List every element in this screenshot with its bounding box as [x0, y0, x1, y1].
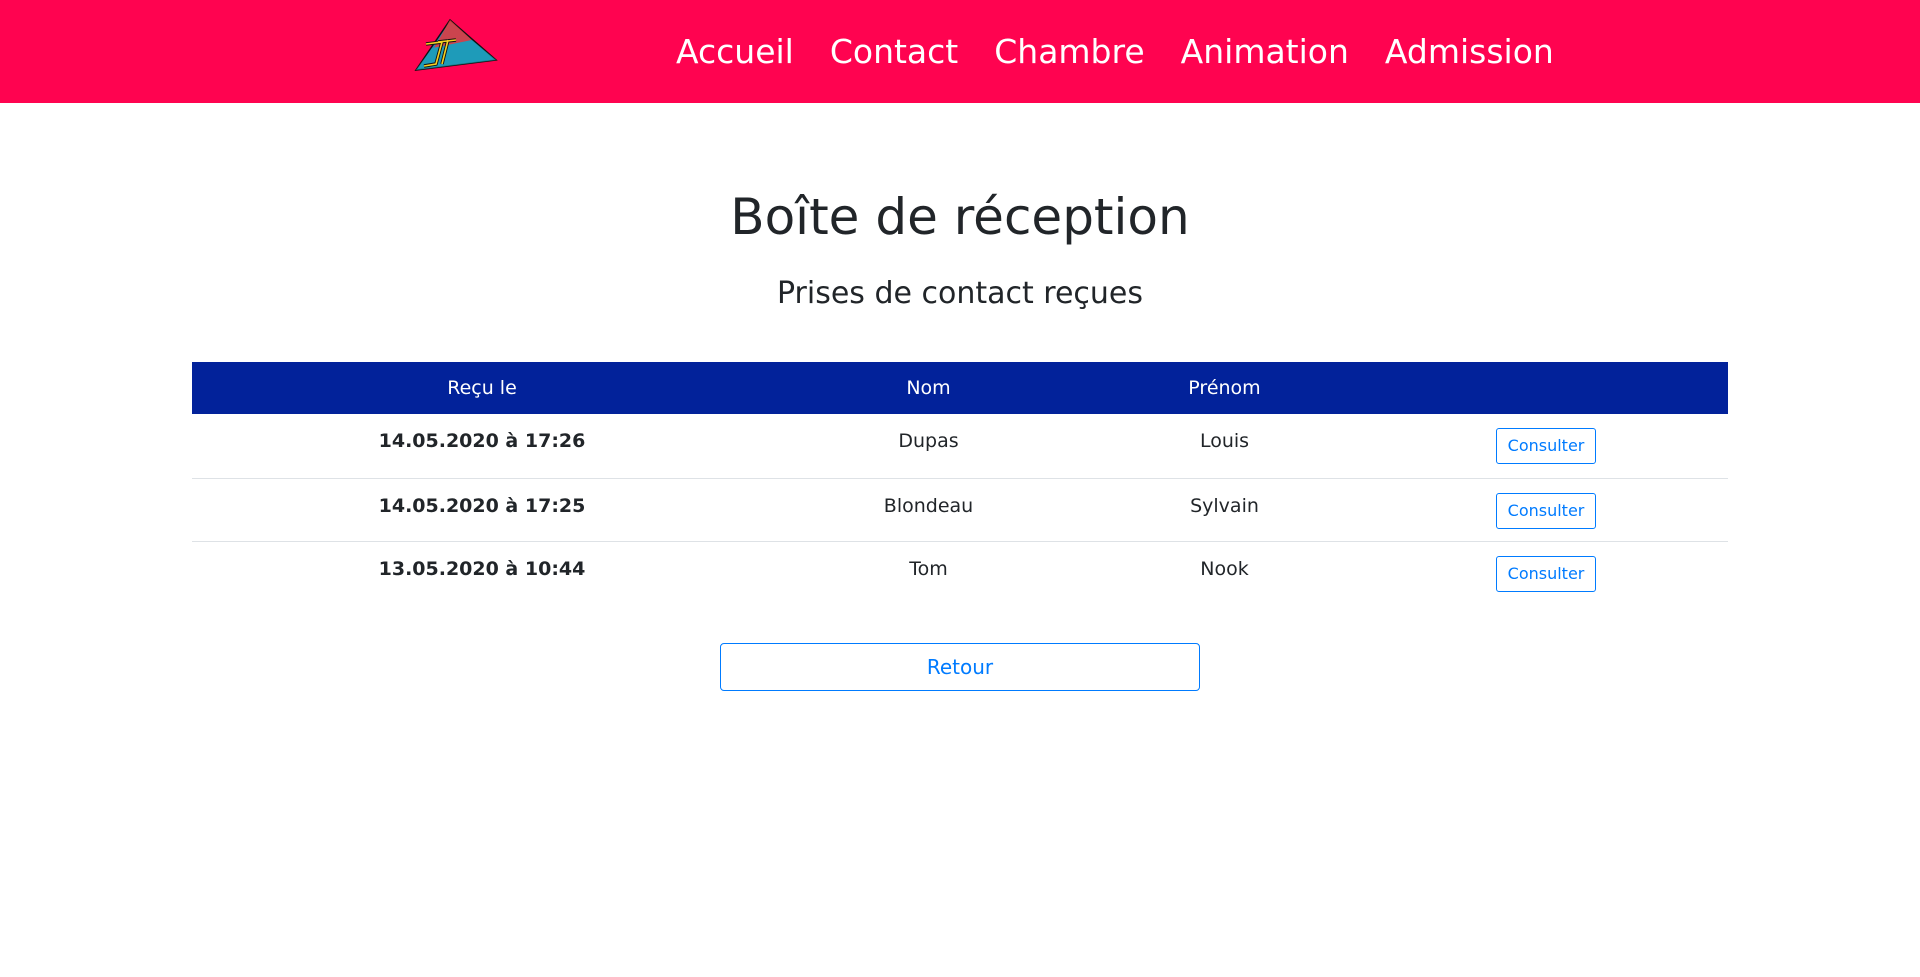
nav-accueil[interactable]: Accueil — [676, 32, 794, 71]
cell-date: 14.05.2020 à 17:25 — [378, 494, 586, 517]
navbar: Accueil Contact Chambre Animation Admiss… — [0, 0, 1920, 103]
table-header-row: Reçu le Nom Prénom — [192, 362, 1728, 414]
cell-prenom: Nook — [1200, 557, 1249, 580]
cell-action: Consulter — [1364, 478, 1728, 541]
table-row: 14.05.2020 à 17:25 Blondeau Sylvain Cons… — [192, 478, 1728, 541]
inbox-table: Reçu le Nom Prénom 14.05.2020 à 17:26 Du… — [192, 362, 1728, 604]
cell-nom: Tom — [909, 557, 948, 580]
nav-contact[interactable]: Contact — [830, 32, 958, 71]
cell-action: Consulter — [1364, 414, 1728, 478]
cell-nom: Blondeau — [883, 494, 974, 517]
cell-action: Consulter — [1364, 541, 1728, 604]
cell-date: 13.05.2020 à 10:44 — [378, 557, 586, 580]
header-recu-le: Reçu le — [447, 377, 517, 399]
cell-date: 14.05.2020 à 17:26 — [378, 430, 586, 452]
header-prenom: Prénom — [1188, 377, 1261, 399]
main-nav: Accueil Contact Chambre Animation Admiss… — [676, 0, 1554, 103]
cell-nom: Dupas — [898, 430, 959, 452]
table-row: 13.05.2020 à 10:44 Tom Nook Consulter — [192, 541, 1728, 604]
nav-animation[interactable]: Animation — [1181, 32, 1349, 71]
consult-button[interactable]: Consulter — [1495, 555, 1597, 592]
consult-button[interactable]: Consulter — [1495, 492, 1597, 529]
nav-chambre[interactable]: Chambre — [994, 32, 1144, 71]
cell-prenom: Sylvain — [1190, 494, 1259, 517]
page-title: Boîte de réception — [730, 188, 1190, 246]
cell-prenom: Louis — [1199, 430, 1250, 452]
logo[interactable] — [412, 18, 498, 78]
nav-admission[interactable]: Admission — [1385, 32, 1554, 71]
header-action — [1364, 362, 1728, 414]
header-nom: Nom — [906, 377, 951, 399]
back-button[interactable]: Retour — [720, 643, 1200, 691]
page-subtitle: Prises de contact reçues — [776, 276, 1144, 311]
consult-button[interactable]: Consulter — [1495, 428, 1597, 464]
table-row: 14.05.2020 à 17:26 Dupas Louis Consulter — [192, 414, 1728, 478]
